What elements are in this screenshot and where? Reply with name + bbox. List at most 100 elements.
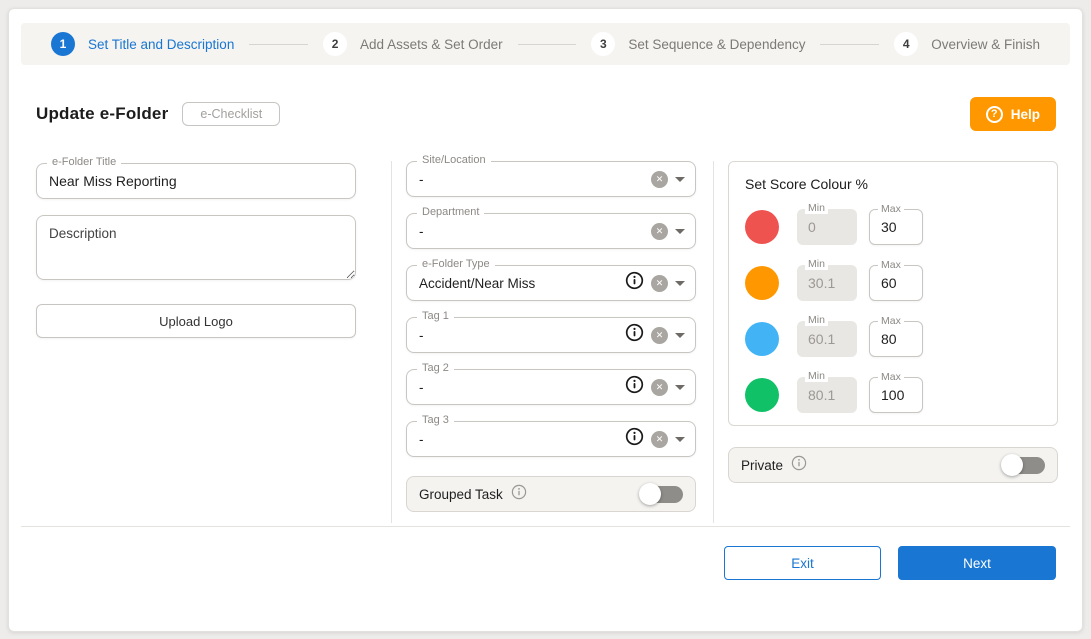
help-button-label: Help (1011, 107, 1040, 122)
info-icon[interactable] (625, 271, 644, 295)
chevron-down-icon[interactable] (675, 229, 685, 234)
next-button[interactable]: Next (898, 546, 1056, 580)
max-input-red[interactable] (870, 210, 922, 244)
step-4-label: Overview & Finish (931, 37, 1040, 52)
step-1-label: Set Title and Description (88, 37, 234, 52)
max-label: Max (878, 371, 904, 383)
tag1-select[interactable]: Tag 1 - ✕ (406, 317, 696, 353)
private-row: Private (728, 447, 1058, 483)
toggle-knob (639, 483, 661, 505)
score-row-green: Min Max (745, 377, 1041, 413)
min-input-red (797, 209, 857, 245)
info-icon[interactable] (791, 455, 807, 476)
page-title: Update e-Folder (36, 104, 168, 124)
info-icon[interactable] (625, 323, 644, 347)
score-row-blue: Min Max (745, 321, 1041, 357)
clear-icon[interactable]: ✕ (651, 327, 668, 344)
score-panel-title: Set Score Colour % (745, 176, 1041, 192)
department-select[interactable]: Department - ✕ (406, 213, 696, 249)
min-field-orange: Min (797, 265, 857, 301)
info-icon[interactable] (625, 375, 644, 399)
max-label: Max (878, 259, 904, 271)
info-icon[interactable] (511, 484, 527, 505)
step-2-add-assets[interactable]: 2 Add Assets & Set Order (323, 32, 503, 56)
grouped-task-toggle[interactable] (639, 483, 683, 505)
step-3-sequence[interactable]: 3 Set Sequence & Dependency (591, 32, 805, 56)
exit-button[interactable]: Exit (724, 546, 881, 580)
description-textarea[interactable] (36, 215, 356, 280)
clear-icon[interactable]: ✕ (651, 379, 668, 396)
step-3-number: 3 (591, 32, 615, 56)
max-input-blue[interactable] (870, 322, 922, 356)
grouped-task-row: Grouped Task (406, 476, 696, 512)
min-field-blue: Min (797, 321, 857, 357)
private-toggle[interactable] (1001, 454, 1045, 476)
efolder-type-label: e-Folder Type (417, 258, 495, 270)
wizard-stepper: 1 Set Title and Description 2 Add Assets… (21, 23, 1070, 65)
site-location-label: Site/Location (417, 154, 491, 166)
private-label: Private (741, 458, 783, 473)
tag2-label: Tag 2 (417, 362, 454, 374)
column-divider (713, 161, 714, 523)
step-2-label: Add Assets & Set Order (360, 37, 503, 52)
green-colour-swatch (745, 378, 779, 412)
efolder-type-select[interactable]: e-Folder Type Accident/Near Miss ✕ (406, 265, 696, 301)
step-1-set-title[interactable]: 1 Set Title and Description (51, 32, 234, 56)
efolder-title-label: e-Folder Title (47, 156, 121, 168)
max-field-green: Max (869, 377, 923, 413)
chevron-down-icon[interactable] (675, 177, 685, 182)
min-field-red: Min (797, 209, 857, 245)
left-column: e-Folder Title Upload Logo (36, 153, 356, 338)
score-row-orange: Min Max (745, 265, 1041, 301)
tag3-select[interactable]: Tag 3 - ✕ (406, 421, 696, 457)
max-input-orange[interactable] (870, 266, 922, 300)
max-field-red: Max (869, 209, 923, 245)
step-connector (518, 44, 577, 45)
max-input-green[interactable] (870, 378, 922, 412)
clear-icon[interactable]: ✕ (651, 275, 668, 292)
tag3-label: Tag 3 (417, 414, 454, 426)
efolder-title-field: e-Folder Title (36, 163, 356, 199)
question-mark-icon: ? (986, 106, 1003, 123)
min-label: Min (805, 258, 828, 270)
tag2-value: - (419, 380, 625, 395)
step-connector (820, 44, 879, 45)
footer-divider (21, 526, 1070, 527)
chevron-down-icon[interactable] (675, 281, 685, 286)
site-location-value: - (419, 172, 651, 187)
help-button[interactable]: ? Help (970, 97, 1056, 131)
page-header: Update e-Folder e-Checklist ? Help (36, 95, 1056, 133)
score-row-red: Min Max (745, 209, 1041, 245)
upload-logo-button[interactable]: Upload Logo (36, 304, 356, 338)
main-card: 1 Set Title and Description 2 Add Assets… (8, 8, 1083, 632)
max-label: Max (878, 315, 904, 327)
info-icon[interactable] (625, 427, 644, 451)
clear-icon[interactable]: ✕ (651, 223, 668, 240)
department-label: Department (417, 206, 484, 218)
step-4-overview[interactable]: 4 Overview & Finish (894, 32, 1040, 56)
red-colour-swatch (745, 210, 779, 244)
tag2-select[interactable]: Tag 2 - ✕ (406, 369, 696, 405)
min-label: Min (805, 314, 828, 326)
step-3-label: Set Sequence & Dependency (628, 37, 805, 52)
site-location-select[interactable]: Site/Location - ✕ (406, 161, 696, 197)
e-checklist-button[interactable]: e-Checklist (182, 102, 280, 126)
step-2-number: 2 (323, 32, 347, 56)
chevron-down-icon[interactable] (675, 385, 685, 390)
middle-column: Site/Location - ✕ Department - ✕ e-Folde… (406, 153, 696, 512)
chevron-down-icon[interactable] (675, 437, 685, 442)
clear-icon[interactable]: ✕ (651, 171, 668, 188)
max-label: Max (878, 203, 904, 215)
step-4-number: 4 (894, 32, 918, 56)
efolder-title-input[interactable] (37, 164, 355, 198)
chevron-down-icon[interactable] (675, 333, 685, 338)
min-label: Min (805, 370, 828, 382)
tag1-label: Tag 1 (417, 310, 454, 322)
blue-colour-swatch (745, 322, 779, 356)
clear-icon[interactable]: ✕ (651, 431, 668, 448)
right-column: Set Score Colour % Min Max Min (728, 153, 1058, 483)
orange-colour-swatch (745, 266, 779, 300)
min-input-blue (797, 321, 857, 357)
department-value: - (419, 224, 651, 239)
tag1-value: - (419, 328, 625, 343)
